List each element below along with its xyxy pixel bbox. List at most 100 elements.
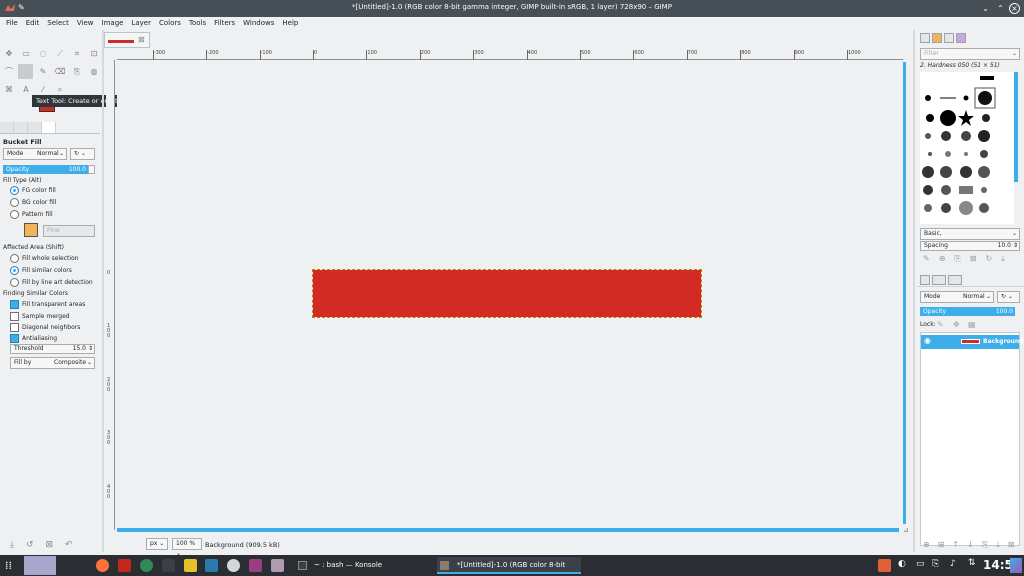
rect-select-icon[interactable]: ▭ (20, 48, 32, 60)
opacity-slider[interactable]: Opacity 100.0 (3, 165, 88, 174)
paintbrush-icon[interactable]: ✎ (37, 66, 49, 78)
vertical-scrollbar[interactable] (903, 62, 906, 524)
layer-footer-icons[interactable]: ⊕⊞↑↓⎘⤓⊠ (923, 540, 1022, 550)
menu-help[interactable]: Help (282, 19, 298, 27)
tray-volume-icon[interactable]: ♪ (950, 559, 956, 569)
transform-icon[interactable]: ⊡ (88, 48, 100, 60)
terminal-icon[interactable] (162, 559, 175, 572)
lock-pixels-icon[interactable]: ✎ (937, 320, 944, 329)
mode-reset-button[interactable]: ↻ ⌄ (70, 148, 95, 160)
firefox-icon[interactable] (96, 559, 109, 572)
virtual-desktop-pager[interactable] (24, 556, 56, 575)
image-viewer-icon[interactable] (205, 559, 218, 572)
radio-similar[interactable] (10, 266, 19, 275)
smudge-icon[interactable]: ◍ (88, 66, 100, 78)
tray-display-icon[interactable]: ▭ (916, 559, 925, 569)
video-icon[interactable] (249, 559, 262, 572)
tray-network-icon[interactable]: ⇅ (968, 558, 976, 568)
menu-filters[interactable]: Filters (214, 19, 235, 27)
brush-filter-input[interactable]: Filter ⌄ (920, 48, 1020, 60)
check-antialiasing[interactable]: Antialiasing (10, 334, 57, 343)
tab-fonts[interactable] (944, 33, 954, 43)
layer-row[interactable]: ◉ Background (921, 335, 1023, 349)
tab-images[interactable] (42, 122, 56, 133)
tab-channels[interactable] (932, 275, 946, 285)
affected-similar[interactable]: Fill similar colors (10, 266, 72, 275)
radio-bg[interactable] (10, 198, 19, 207)
gimp-launcher-icon[interactable] (271, 559, 284, 572)
tab-paths[interactable] (948, 275, 962, 285)
show-desktop-icon[interactable] (1010, 558, 1022, 573)
minimize-icon[interactable]: ⌄ (980, 3, 991, 14)
fill-type-fg[interactable]: FG color fill (10, 186, 56, 195)
radio-fg[interactable] (10, 186, 19, 195)
radio-pattern[interactable] (10, 210, 19, 219)
mode-select[interactable]: Mode Normal ⌄ (3, 148, 67, 160)
right-splitter[interactable] (913, 30, 915, 552)
tab-device-status[interactable] (14, 122, 28, 133)
menu-view[interactable]: View (77, 19, 94, 27)
crop-icon[interactable]: ⌗ (71, 48, 83, 60)
eye-icon[interactable]: ◉ (924, 336, 931, 345)
tray-app-icon[interactable] (878, 559, 891, 572)
left-splitter[interactable] (102, 30, 104, 552)
layer-mode-reset[interactable]: ↻ ⌄ (997, 291, 1020, 303)
share-icon[interactable] (140, 559, 153, 572)
close-icon[interactable]: × (1009, 3, 1020, 14)
warp-icon[interactable]: ⌒ (3, 66, 15, 78)
zoom-select[interactable]: 100 % ⌄ (172, 538, 202, 557)
image-canvas[interactable] (312, 269, 702, 318)
menu-windows[interactable]: Windows (243, 19, 274, 27)
brush-grid[interactable] (920, 72, 1014, 224)
layer-mode-select[interactable]: Mode Normal ⌄ (920, 291, 994, 303)
menu-colors[interactable]: Colors (159, 19, 181, 27)
tab-tool-options[interactable] (0, 122, 14, 133)
tray-clipboard-icon[interactable]: ⎘ (932, 559, 939, 569)
checkbox-antialiasing[interactable] (10, 334, 19, 343)
check-diagonal[interactable]: Diagonal neighbors (10, 323, 80, 332)
tab-undo-history[interactable] (28, 122, 42, 133)
maximize-icon[interactable]: ⌃ (995, 3, 1006, 14)
radio-lineart[interactable] (10, 278, 19, 287)
tab-document-history[interactable] (956, 33, 966, 43)
clone-icon[interactable]: ⎘ (71, 66, 83, 78)
horizontal-ruler[interactable]: -300 -200 -100 0 100 200 300 400 500 600 700 800 900… (117, 50, 903, 60)
tab-layers[interactable] (920, 275, 930, 285)
checkbox-sample-merged[interactable] (10, 312, 19, 321)
threshold-slider[interactable]: Threshold 15.0 ⇕ (10, 344, 95, 354)
app-launcher-icon[interactable]: ⁞⁞ (5, 559, 12, 572)
horizontal-scrollbar[interactable] (117, 528, 899, 532)
bucket-fill-icon[interactable] (18, 64, 33, 79)
close-tab-icon[interactable]: ⊠ (138, 35, 145, 44)
opacity-spin[interactable] (88, 165, 95, 174)
affected-whole[interactable]: Fill whole selection (10, 254, 79, 263)
pattern-swatch[interactable] (24, 223, 38, 237)
check-fill-transparent[interactable]: Fill transparent areas (10, 300, 85, 309)
task-konsole[interactable]: ~ : bash — Konsole (296, 557, 432, 574)
tab-brushes[interactable] (920, 33, 930, 43)
unit-select[interactable]: px ⌄ (146, 538, 168, 550)
text-tool-icon[interactable]: A (20, 84, 32, 96)
brush-preset-select[interactable]: Basic, ⌄ (920, 228, 1020, 240)
tray-audio-icon[interactable]: ◐ (898, 559, 906, 569)
fill-by-select[interactable]: Fill by Composite ⌄ (10, 357, 95, 369)
tab-patterns[interactable] (932, 33, 942, 43)
eraser-icon[interactable]: ⌫ (54, 66, 66, 78)
check-sample-merged[interactable]: Sample merged (10, 312, 70, 321)
image-tab[interactable]: ⊠ (104, 32, 150, 48)
move-tool-icon[interactable]: ✥ (3, 48, 15, 60)
paths-icon[interactable]: ⌘ (3, 84, 15, 96)
fill-type-bg[interactable]: BG color fill (10, 198, 56, 207)
menu-layer[interactable]: Layer (131, 19, 151, 27)
vertical-ruler[interactable]: 0 100 200 300 400 (106, 60, 115, 530)
menu-image[interactable]: Image (102, 19, 124, 27)
checkbox-fill-transparent[interactable] (10, 300, 19, 309)
menu-select[interactable]: Select (47, 19, 69, 27)
brush-grid-scrollbar[interactable] (1014, 72, 1018, 182)
fuzzy-select-icon[interactable]: ⟋ (54, 48, 66, 60)
brush-footer-icons[interactable]: ✎⊕⎘⊠↻⤓ (923, 254, 1014, 264)
menu-edit[interactable]: Edit (26, 19, 40, 27)
checkbox-diagonal[interactable] (10, 323, 19, 332)
pattern-name[interactable]: Pine (43, 225, 95, 237)
lasso-icon[interactable]: ◌ (37, 48, 49, 60)
